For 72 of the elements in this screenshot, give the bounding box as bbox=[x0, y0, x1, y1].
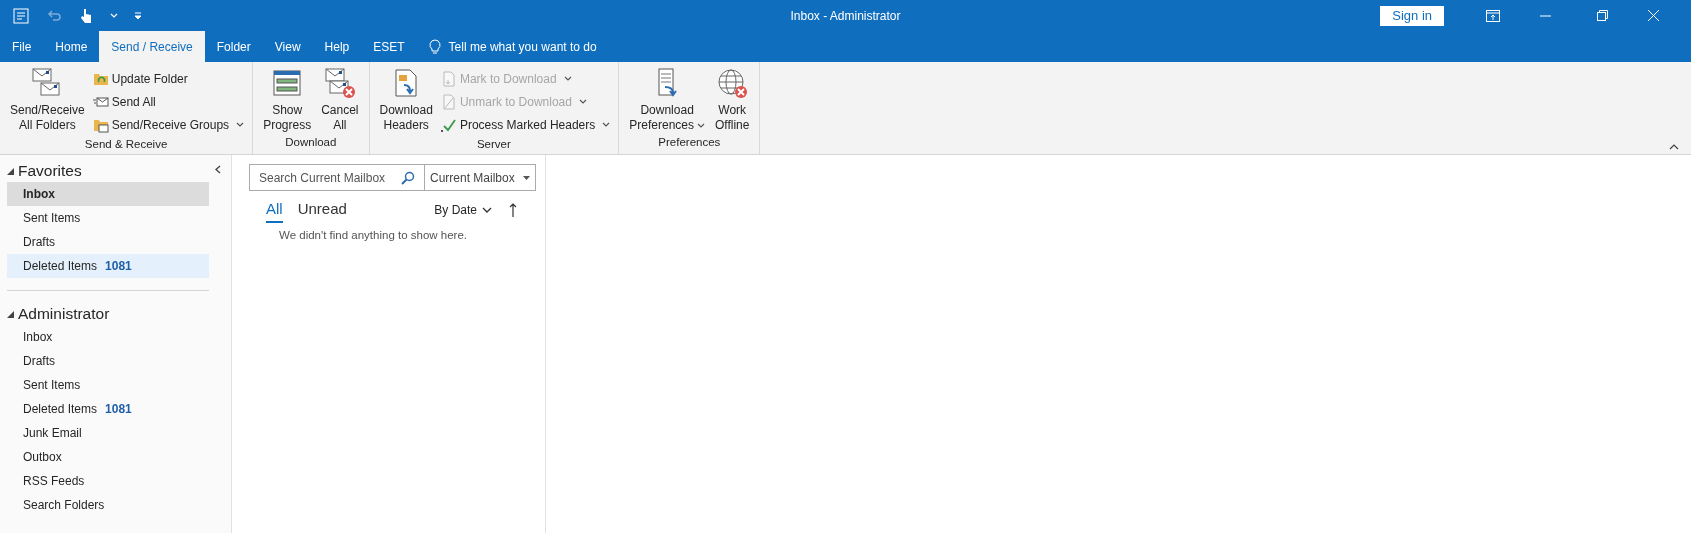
expanded-triangle-icon[interactable] bbox=[7, 310, 14, 318]
folder-item[interactable]: Drafts bbox=[7, 349, 209, 373]
caret-icon bbox=[697, 122, 705, 129]
ribbon-large-button[interactable]: Download Headers bbox=[375, 64, 437, 136]
ribbon-small-button[interactable]: Process Marked Headers bbox=[438, 113, 613, 136]
search-scope-dropdown[interactable]: Current Mailbox bbox=[425, 165, 535, 190]
restore-icon[interactable] bbox=[1597, 10, 1608, 21]
sort-arrow-icon[interactable] bbox=[509, 203, 517, 217]
search-icon[interactable] bbox=[401, 170, 415, 185]
folder-item[interactable]: Inbox bbox=[7, 182, 209, 206]
folder-item[interactable]: Drafts bbox=[7, 230, 209, 254]
folder-item[interactable]: Deleted Items 1081 bbox=[7, 254, 209, 278]
cancel-envelopes-icon bbox=[323, 67, 356, 99]
folder-item[interactable]: Search Folders bbox=[7, 493, 209, 517]
ribbon-tab[interactable]: View bbox=[262, 31, 313, 62]
filter-tab[interactable]: Unread bbox=[297, 197, 347, 223]
folder-section-title[interactable]: Administrator bbox=[18, 302, 110, 326]
ribbon-small-button[interactable]: Send/Receive Groups bbox=[90, 113, 247, 136]
globe-offline-icon bbox=[716, 67, 749, 99]
search-field[interactable]: Search Current Mailbox bbox=[259, 168, 401, 187]
ribbon-group-label: Preferences bbox=[657, 134, 722, 150]
folder-item[interactable]: Inbox bbox=[7, 325, 209, 349]
folder-item[interactable]: Junk Email bbox=[7, 421, 209, 445]
dropdown-arrow-icon bbox=[523, 175, 530, 180]
ribbon-group-label: Send & Receive bbox=[83, 137, 169, 152]
sort-dropdown[interactable]: By Date bbox=[434, 201, 492, 219]
caret-icon bbox=[578, 98, 587, 105]
ribbon-large-button[interactable]: Work Offline bbox=[711, 64, 754, 134]
ribbon-large-button[interactable]: Cancel All bbox=[317, 64, 363, 134]
ribbon-large-button[interactable]: Download Preferences bbox=[625, 64, 709, 134]
folder-item[interactable]: Sent Items bbox=[7, 206, 209, 230]
progress-window-icon bbox=[271, 67, 304, 99]
ribbon-group-label: Download bbox=[284, 134, 338, 150]
window-title: Inbox - Administrator bbox=[790, 7, 901, 25]
unread-count: 1081 bbox=[105, 258, 132, 275]
folder-item[interactable]: Outbox bbox=[7, 445, 209, 469]
caret-icon bbox=[602, 121, 611, 128]
ribbon-small-button[interactable]: Update Folder bbox=[90, 67, 247, 90]
ribbon-small-button[interactable]: Send All bbox=[90, 90, 247, 113]
caret-icon bbox=[236, 121, 245, 128]
close-icon[interactable] bbox=[1648, 10, 1659, 21]
folder-item[interactable]: Sent Items bbox=[7, 373, 209, 397]
document-icon bbox=[440, 93, 457, 110]
unread-count: 1081 bbox=[105, 401, 132, 418]
ribbon-tab[interactable]: Folder bbox=[204, 31, 263, 62]
document-icon bbox=[440, 70, 457, 87]
customize-toolbar-icon[interactable] bbox=[134, 11, 142, 20]
lightbulb-icon bbox=[428, 38, 441, 55]
folder-section-title[interactable]: Favorites bbox=[18, 159, 82, 183]
ribbon-tab[interactable]: ESET bbox=[361, 31, 417, 62]
expanded-triangle-icon[interactable] bbox=[7, 167, 14, 175]
ribbon-large-button[interactable]: Show Progress bbox=[259, 64, 316, 134]
folder-item[interactable]: Deleted Items 1081 bbox=[7, 397, 209, 421]
collapse-ribbon-icon[interactable] bbox=[1669, 144, 1679, 150]
ribbon-group-label: Server bbox=[475, 137, 512, 152]
chevron-down-icon bbox=[482, 207, 492, 213]
sign-in-button[interactable]: Sign in bbox=[1380, 5, 1444, 26]
ribbon-large-button[interactable]: Send/Receive All Folders bbox=[6, 64, 89, 136]
ribbon-display-icon[interactable] bbox=[1486, 9, 1500, 22]
touch-hand-icon[interactable] bbox=[78, 6, 94, 25]
ribbon-tab[interactable]: Home bbox=[43, 31, 100, 62]
filter-tab[interactable]: All bbox=[266, 197, 283, 223]
caret-icon bbox=[563, 75, 572, 82]
caret-icon[interactable] bbox=[110, 12, 118, 19]
ribbon-tab[interactable]: File bbox=[0, 31, 44, 62]
search-bar[interactable]: Search Current Mailbox Current Mailbox bbox=[249, 164, 536, 191]
empty-list-message: We didn't find anything to show here. bbox=[278, 228, 468, 243]
collapse-pane-icon[interactable] bbox=[215, 165, 221, 174]
folder-item[interactable]: RSS Feeds bbox=[7, 469, 209, 493]
tell-me-search[interactable]: Tell me what you want to do bbox=[448, 37, 597, 56]
ribbon-tab[interactable]: Help bbox=[312, 31, 362, 62]
ribbon-tab[interactable]: Send / Receive bbox=[99, 31, 205, 62]
